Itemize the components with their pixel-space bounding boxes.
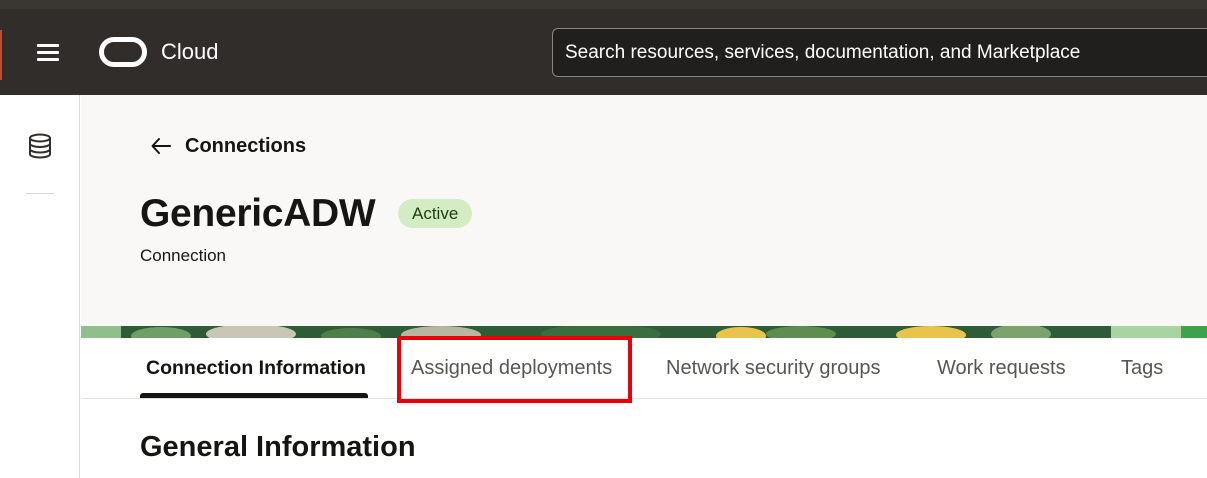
status-badge: Active: [398, 199, 473, 228]
section-title: General Information: [140, 431, 416, 463]
back-to-connections-link[interactable]: Connections: [149, 134, 306, 158]
back-link-label: Connections: [185, 134, 307, 157]
browser-top-strip: [0, 0, 1207, 9]
search-input[interactable]: [552, 28, 1207, 77]
tab-tags[interactable]: Tags: [1121, 357, 1163, 380]
hamburger-menu-icon[interactable]: [33, 41, 63, 65]
tab-work-requests[interactable]: Work requests: [937, 357, 1066, 380]
active-tab-indicator: [140, 393, 368, 398]
database-icon[interactable]: [26, 132, 54, 160]
left-rail: [0, 95, 80, 478]
decorative-banner: [81, 326, 1207, 338]
edge-marker: [0, 30, 2, 80]
tab-bar: Connection Information Assigned deployme…: [81, 338, 1207, 399]
top-navigation-bar: Cloud: [0, 9, 1207, 95]
brand-label[interactable]: Cloud: [161, 39, 218, 65]
oracle-logo-icon[interactable]: [99, 37, 147, 67]
tab-assigned-deployments[interactable]: Assigned deployments: [411, 357, 612, 380]
arrow-left-icon: [151, 138, 171, 154]
tab-network-security-groups[interactable]: Network security groups: [666, 357, 881, 380]
page-title: GenericADW: [140, 192, 376, 235]
resource-type-label: Connection: [140, 246, 227, 265]
resource-header: Connections GenericADW Active Connection: [81, 95, 1207, 326]
rail-divider: [26, 193, 54, 194]
tab-connection-information[interactable]: Connection Information: [146, 357, 366, 380]
